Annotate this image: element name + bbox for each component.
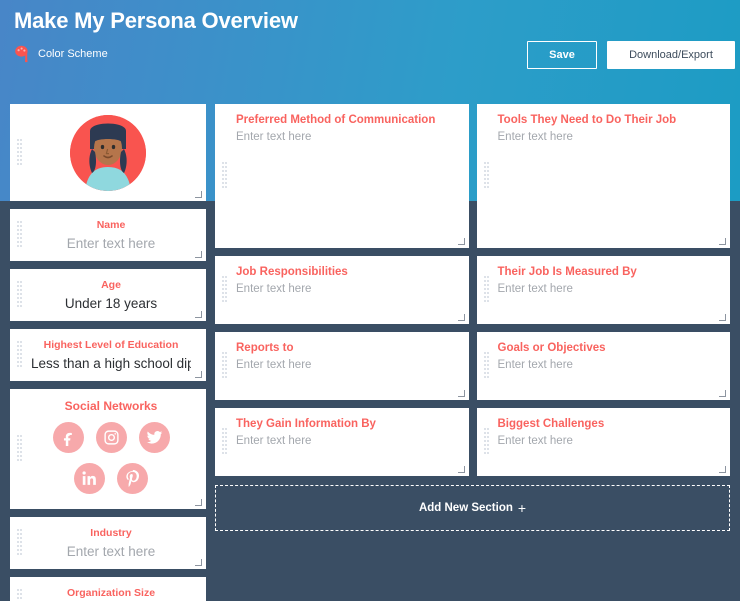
resize-handle[interactable] — [719, 314, 726, 321]
section-title: Biggest Challenges — [497, 418, 605, 430]
resize-handle[interactable] — [457, 390, 465, 397]
field-card-organization-size[interactable]: Organization Size Self-employed — [10, 577, 206, 601]
header: Make My Persona Overview Color Scheme Sa… — [0, 0, 740, 96]
resize-handle[interactable] — [195, 251, 202, 258]
field-card-age[interactable]: Age Under 18 years — [10, 269, 206, 321]
palette-icon — [14, 45, 31, 63]
section-title: They Gain Information By — [236, 418, 376, 430]
section-title: Goals or Objectives — [497, 342, 606, 354]
field-label: Age — [101, 279, 121, 291]
section-title: Reports to — [236, 342, 294, 354]
field-value[interactable]: Enter text here — [31, 544, 191, 559]
drag-handle-icon[interactable] — [222, 352, 228, 380]
pinterest-icon[interactable] — [117, 463, 148, 494]
drag-handle-icon[interactable] — [222, 162, 228, 190]
section-input[interactable]: Enter text here — [498, 131, 718, 143]
grid-row-3: Reports to Enter text here Goals or Obje… — [215, 332, 730, 408]
social-networks-card[interactable]: Social Networks — [10, 389, 206, 509]
section-card-goals-or-objectives[interactable]: Goals or Objectives Enter text here — [476, 332, 730, 400]
section-title: Preferred Method of Communication — [236, 114, 436, 126]
resize-handle[interactable] — [457, 314, 465, 321]
resize-handle[interactable] — [195, 371, 202, 378]
resize-handle[interactable] — [195, 499, 202, 506]
section-card-their-job-is-measured-by[interactable]: Their Job Is Measured By Enter text here — [476, 256, 730, 324]
drag-handle-icon[interactable] — [483, 352, 490, 380]
drag-handle-icon[interactable] — [17, 281, 23, 309]
page-title: Make My Persona Overview — [14, 8, 298, 33]
section-card-job-responsibilities[interactable]: Job Responsibilities Enter text here — [215, 256, 469, 324]
drag-handle-icon[interactable] — [483, 276, 490, 304]
resize-handle[interactable] — [719, 238, 726, 245]
grid-row-1: Preferred Method of Communication Enter … — [215, 104, 730, 256]
field-card-name[interactable]: Name Enter text here — [10, 209, 206, 261]
social-networks-label: Social Networks — [64, 399, 158, 413]
drag-handle-icon[interactable] — [222, 276, 228, 304]
drag-handle-icon[interactable] — [17, 435, 23, 463]
resize-handle[interactable] — [195, 191, 202, 198]
color-scheme-label: Color Scheme — [38, 48, 108, 60]
section-input[interactable]: Enter text here — [236, 359, 456, 371]
persona-board: Name Enter text here Age Under 18 years … — [0, 96, 740, 601]
field-value[interactable]: Under 18 years — [31, 296, 191, 311]
section-title: Tools They Need to Do Their Job — [497, 114, 677, 126]
section-input[interactable]: Enter text here — [498, 435, 718, 447]
main-grid: Preferred Method of Communication Enter … — [215, 104, 730, 601]
field-label: Name — [96, 219, 126, 231]
resize-handle[interactable] — [195, 559, 202, 566]
section-card-they-gain-information-by[interactable]: They Gain Information By Enter text here — [215, 408, 469, 476]
field-card-industry[interactable]: Industry Enter text here — [10, 517, 206, 569]
section-title: Job Responsibilities — [236, 266, 348, 278]
section-input[interactable]: Enter text here — [236, 435, 456, 447]
plus-icon: + — [517, 500, 527, 516]
color-scheme-button[interactable]: Color Scheme — [14, 45, 108, 63]
field-label: Organization Size — [66, 587, 156, 599]
add-new-section-button[interactable]: Add New Section + — [215, 485, 730, 531]
section-input[interactable]: Enter text here — [236, 131, 456, 143]
facebook-icon[interactable] — [52, 422, 84, 453]
download-export-button[interactable]: Download/Export — [607, 41, 735, 69]
drag-handle-icon[interactable] — [17, 589, 23, 601]
drag-handle-icon[interactable] — [17, 221, 23, 249]
save-button[interactable]: Save — [527, 41, 597, 69]
instagram-icon[interactable] — [95, 422, 127, 453]
social-icon-grid — [31, 422, 191, 494]
resize-handle[interactable] — [457, 466, 465, 473]
avatar — [70, 114, 146, 191]
section-card-tools-they-need-to-do-their-job[interactable]: Tools They Need to Do Their Job Enter te… — [476, 104, 730, 248]
section-input[interactable]: Enter text here — [498, 359, 718, 371]
field-card-education[interactable]: Highest Level of Education Less than a h… — [10, 329, 206, 381]
drag-handle-icon[interactable] — [483, 162, 490, 190]
grid-row-2: Job Responsibilities Enter text here The… — [215, 256, 730, 332]
drag-handle-icon[interactable] — [17, 138, 23, 167]
resize-handle[interactable] — [195, 311, 202, 318]
section-input[interactable]: Enter text here — [236, 283, 456, 295]
section-card-reports-to[interactable]: Reports to Enter text here — [215, 332, 469, 400]
field-value[interactable]: Less than a high school diplor — [31, 356, 191, 371]
field-label: Industry — [90, 527, 132, 539]
resize-handle[interactable] — [719, 466, 726, 473]
section-input[interactable]: Enter text here — [498, 283, 718, 295]
resize-handle[interactable] — [719, 390, 726, 397]
avatar-card[interactable] — [10, 104, 206, 201]
social-icon-row — [31, 422, 191, 453]
linkedin-icon[interactable] — [74, 463, 105, 494]
drag-handle-icon[interactable] — [222, 428, 228, 456]
add-new-section-label: Add New Section — [418, 502, 513, 514]
social-icon-row — [31, 463, 191, 494]
section-card-biggest-challenges[interactable]: Biggest Challenges Enter text here — [476, 408, 730, 476]
field-label: Highest Level of Education — [43, 339, 179, 351]
section-card-preferred-method-of-communication[interactable]: Preferred Method of Communication Enter … — [215, 104, 469, 248]
resize-handle[interactable] — [457, 238, 465, 245]
grid-row-4: They Gain Information By Enter text here… — [215, 408, 730, 484]
drag-handle-icon[interactable] — [17, 341, 23, 369]
field-value[interactable]: Enter text here — [31, 236, 191, 251]
twitter-icon[interactable] — [138, 422, 170, 453]
persona-builder-app: Make My Persona Overview Color Scheme Sa… — [0, 0, 740, 601]
section-title: Their Job Is Measured By — [497, 266, 637, 278]
drag-handle-icon[interactable] — [483, 428, 490, 456]
left-column: Name Enter text here Age Under 18 years … — [10, 104, 206, 601]
drag-handle-icon[interactable] — [17, 529, 23, 557]
